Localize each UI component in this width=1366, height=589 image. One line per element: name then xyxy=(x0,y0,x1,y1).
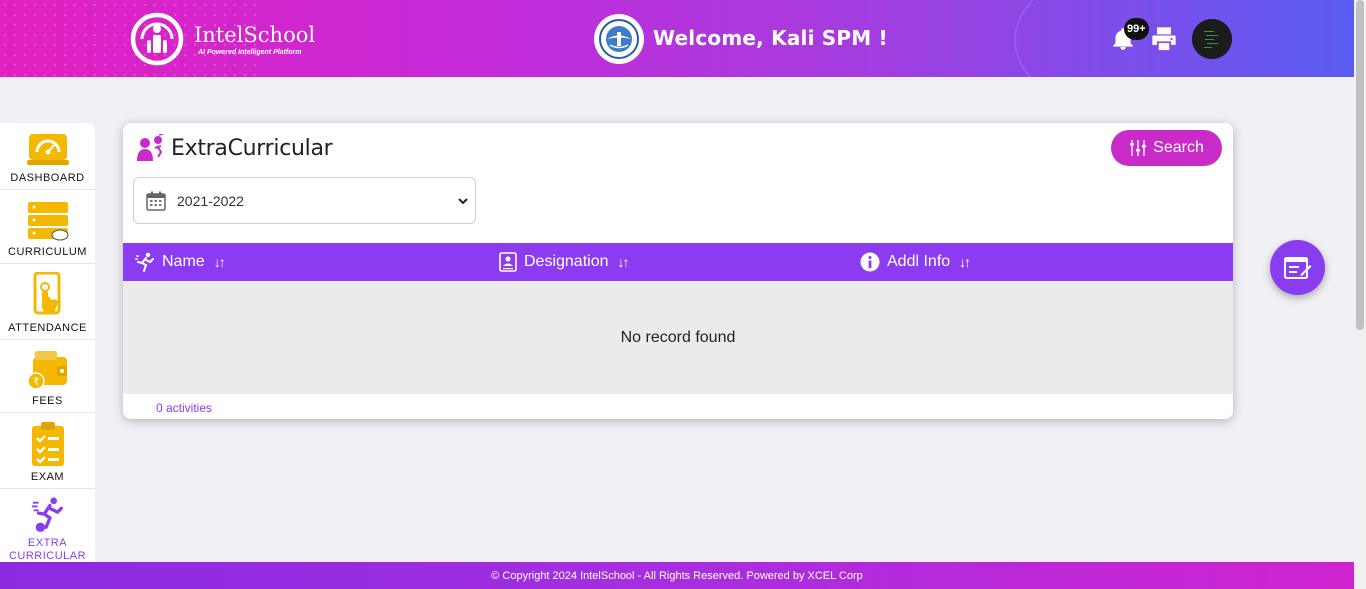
column-header-name[interactable]: Name ↓↑ xyxy=(135,243,226,281)
table-body: No record found xyxy=(123,281,1233,394)
sidebar-item-extra-curricular[interactable]: EXTRA CURRICULAR xyxy=(0,489,95,563)
runner-icon xyxy=(135,252,154,272)
column-header-designation[interactable]: Designation ↓↑ xyxy=(499,243,630,281)
sidebar-item-label: ATTENDANCE xyxy=(8,322,87,334)
fees-icon: ₹ xyxy=(26,351,67,390)
dashboard-icon xyxy=(26,134,69,165)
extracurricular-card: ExtraCurricular Search 2021-2022 Name ↓↑… xyxy=(123,123,1233,419)
copyright-text: © Copyright 2024 IntelSchool - All Right… xyxy=(491,569,863,582)
column-header-addl-info[interactable]: Addl Info ↓↑ xyxy=(860,243,971,281)
id-card-icon xyxy=(499,252,517,272)
chevron-down-icon xyxy=(458,198,468,205)
activities-count: 0 activities xyxy=(156,401,213,415)
exam-icon xyxy=(31,422,64,466)
sort-arrows-icon[interactable]: ↓↑ xyxy=(618,254,630,270)
floating-edit-button[interactable] xyxy=(1270,240,1325,295)
school-emblem xyxy=(594,14,644,64)
sidebar-item-curriculum[interactable]: CURRICULUM xyxy=(0,190,95,264)
sidebar-item-label: FEES xyxy=(32,395,63,407)
printer-icon[interactable] xyxy=(1150,25,1178,53)
sidebar-item-label: EXTRA CURRICULAR xyxy=(8,537,87,562)
empty-state-message: No record found xyxy=(620,328,736,346)
page-title: ExtraCurricular xyxy=(135,134,333,162)
welcome-message: Welcome, Kali SPM ! xyxy=(653,26,888,50)
column-header-label: Designation xyxy=(524,253,609,270)
curriculum-icon xyxy=(27,202,68,241)
filter-sliders-icon xyxy=(1130,140,1147,156)
page-footer: © Copyright 2024 IntelSchool - All Right… xyxy=(0,562,1354,589)
attendance-icon xyxy=(33,272,60,315)
logo-tagline: AI Powered Intelligent Platform xyxy=(198,48,302,56)
logo-name: IntelSchool xyxy=(194,22,316,47)
scrollbar-thumb[interactable] xyxy=(1356,0,1364,330)
sidebar-item-label: EXAM xyxy=(30,471,65,483)
sidebar-item-attendance[interactable]: ATTENDANCE xyxy=(0,264,95,340)
svg-text:₹: ₹ xyxy=(32,377,38,388)
table-header: Name ↓↑ Designation ↓↑ Addl Info ↓↑ xyxy=(123,243,1233,281)
user-avatar[interactable] xyxy=(1192,19,1232,59)
page-scrollbar[interactable] xyxy=(1354,0,1366,589)
calendar-icon xyxy=(146,191,166,211)
sidebar-item-fees[interactable]: ₹ FEES xyxy=(0,340,95,413)
column-header-label: Addl Info xyxy=(887,253,951,270)
search-button-label: Search xyxy=(1153,139,1204,156)
page-title-text: ExtraCurricular xyxy=(171,135,333,161)
top-header: IntelSchool AI Powered Intelligent Platf… xyxy=(0,0,1354,77)
intelschool-logo-icon xyxy=(128,12,186,66)
sidebar-item-label: CURRICULUM xyxy=(8,246,87,258)
info-icon xyxy=(860,252,880,272)
selected-year: 2021-2022 xyxy=(177,192,244,209)
notification-count-badge: 99+ xyxy=(1124,18,1149,40)
extra-curricular-icon xyxy=(31,497,63,533)
column-header-label: Name xyxy=(162,253,205,270)
edit-note-icon xyxy=(1283,256,1311,279)
academic-year-select[interactable]: 2021-2022 xyxy=(133,177,476,224)
extracurricular-title-icon xyxy=(137,134,164,161)
sort-arrows-icon[interactable]: ↓↑ xyxy=(959,254,971,270)
school-emblem-icon xyxy=(599,19,639,59)
app-logo[interactable]: IntelSchool AI Powered Intelligent Platf… xyxy=(128,12,315,66)
sidebar-item-exam[interactable]: EXAM xyxy=(0,413,95,489)
header-decoration xyxy=(1014,0,1354,77)
sidebar-item-dashboard[interactable]: DASHBOARD xyxy=(0,123,95,190)
side-navigation: DASHBOARD CURRICULUM ATTENDANCE ₹ FEES E… xyxy=(0,123,95,563)
search-button[interactable]: Search xyxy=(1111,130,1222,166)
sort-arrows-icon[interactable]: ↓↑ xyxy=(214,254,226,270)
logo-text: IntelSchool AI Powered Intelligent Platf… xyxy=(194,23,315,56)
sidebar-item-label: DASHBOARD xyxy=(10,172,85,184)
